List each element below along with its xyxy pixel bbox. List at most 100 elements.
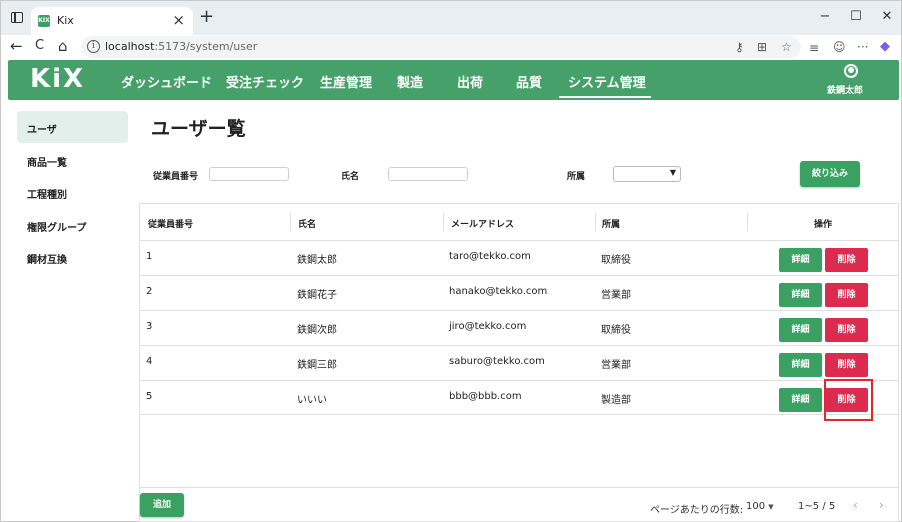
detail-button[interactable]: 詳細 [779, 283, 822, 307]
browser-tab-bar: KIX Kix × + − ☐ ✕ [1, 1, 901, 35]
pagination-range: 1~5 / 5 [798, 501, 836, 512]
app-logo[interactable]: KiX [30, 64, 85, 94]
cell-name: 鉄鋼三郎 [297, 360, 337, 371]
cell-name: 鉄鋼花子 [297, 290, 337, 301]
window-menu-icon[interactable] [11, 12, 23, 23]
tab-title: Kix [57, 14, 74, 27]
delete-button[interactable]: 削除 [825, 248, 868, 272]
name-filter-label: 氏名 [341, 172, 360, 182]
profile-icon[interactable]: ☺ [833, 40, 846, 54]
detail-button[interactable]: 詳細 [779, 318, 822, 342]
app-header: KiX ダッシュボード 受注チェック 生産管理 製造 出荷 品質 システム管理 … [8, 60, 899, 100]
cell-employee-no: 5 [146, 391, 153, 402]
cell-department: 営業部 [601, 290, 631, 301]
browser-nav-bar: ← C ⌂ i localhost:5173/system/user ⚷ ⊞ ☆… [1, 35, 901, 59]
reload-icon[interactable]: C [35, 37, 44, 55]
highlight-annotation-box [824, 379, 873, 421]
detail-button[interactable]: 詳細 [779, 388, 822, 412]
cell-email: jiro@tekko.com [449, 321, 527, 332]
table-row: 4 鉄鋼三郎 saburo@tekko.com 営業部 詳細 削除 [140, 345, 898, 380]
detail-button[interactable]: 詳細 [779, 248, 822, 272]
cell-name: 鉄鋼次郎 [297, 325, 337, 336]
favicon-icon: KIX [38, 15, 50, 27]
name-filter-input[interactable] [388, 167, 468, 181]
nav-quality[interactable]: 品質 [516, 72, 542, 91]
active-nav-indicator [559, 96, 651, 98]
column-divider[interactable] [747, 213, 748, 231]
column-header-actions: 操作 [814, 220, 833, 230]
back-icon[interactable]: ← [10, 37, 23, 55]
table-row: 2 鉄鋼花子 hanako@tekko.com 営業部 詳細 削除 [140, 275, 898, 310]
nav-shipping[interactable]: 出荷 [457, 72, 483, 91]
site-info-icon[interactable]: i [87, 40, 100, 53]
sidebar-item-process-types[interactable]: 工程種別 [17, 176, 128, 208]
browser-tab[interactable]: KIX Kix × [31, 7, 193, 35]
column-divider[interactable] [290, 213, 291, 231]
cell-employee-no: 2 [146, 286, 153, 297]
cell-department: 取締役 [601, 255, 631, 266]
cell-name: いいい [297, 395, 327, 406]
nav-production[interactable]: 生産管理 [320, 72, 372, 91]
cell-email: saburo@tekko.com [449, 356, 545, 367]
cell-employee-no: 3 [146, 321, 153, 332]
nav-system[interactable]: システム管理 [568, 72, 646, 91]
filter-submit-button[interactable]: 絞り込み [800, 161, 860, 187]
more-icon[interactable]: ··· [857, 40, 868, 54]
delete-button[interactable]: 削除 [825, 318, 868, 342]
previous-page-icon[interactable]: ‹ [853, 498, 858, 512]
column-divider[interactable] [595, 213, 596, 231]
copilot-icon[interactable]: ◆ [880, 39, 890, 54]
url-text: localhost:5173/system/user [105, 40, 258, 53]
cell-department: 製造部 [601, 395, 631, 406]
cell-department: 営業部 [601, 360, 631, 371]
home-icon[interactable]: ⌂ [58, 37, 68, 55]
chevron-down-icon: ▼ [768, 503, 774, 511]
favorites-list-icon[interactable]: ≡ [809, 41, 819, 55]
sidebar-item-permission-groups[interactable]: 権限グループ [17, 209, 128, 241]
column-header-employee-no[interactable]: 従業員番号 [148, 217, 193, 230]
delete-button[interactable]: 削除 [825, 353, 868, 377]
cell-name: 鉄鋼太郎 [297, 255, 337, 266]
department-filter-select[interactable]: ▼ [613, 166, 681, 182]
nav-order-check[interactable]: 受注チェック [226, 72, 304, 91]
read-mode-icon[interactable]: ⊞ [757, 40, 767, 54]
rows-per-page-label: ページあたりの行数: [650, 505, 744, 516]
tab-close-icon[interactable]: × [172, 12, 185, 28]
column-header-department[interactable]: 所属 [602, 217, 620, 230]
minimize-icon[interactable]: − [815, 9, 835, 24]
new-tab-icon[interactable]: + [199, 7, 214, 27]
page-title: ユーザー覧 [151, 118, 246, 140]
favorite-star-icon[interactable]: ☆ [781, 40, 792, 54]
add-user-button[interactable]: 追加 [140, 493, 184, 517]
column-header-email[interactable]: メールアドレス [451, 217, 514, 230]
sidebar-item-steel-compat[interactable]: 鋼材互換 [17, 241, 128, 273]
delete-button[interactable]: 削除 [825, 283, 868, 307]
detail-button[interactable]: 詳細 [779, 353, 822, 377]
cell-email: taro@tekko.com [449, 251, 531, 262]
nav-dashboard[interactable]: ダッシュボード [121, 72, 212, 91]
rows-per-page-select[interactable]: 100 ▼ [746, 501, 774, 512]
key-icon[interactable]: ⚷ [735, 40, 744, 54]
address-bar[interactable]: i localhost:5173/system/user ⚷ ⊞ ☆ [81, 36, 801, 58]
sidebar-item-user[interactable]: ユーザ [17, 111, 128, 143]
department-filter-label: 所属 [567, 172, 586, 182]
cell-department: 取締役 [601, 325, 631, 336]
column-divider[interactable] [443, 213, 444, 231]
close-window-icon[interactable]: ✕ [877, 9, 897, 24]
browser-window: KIX Kix × + − ☐ ✕ ← C ⌂ i localhost:5173… [0, 0, 902, 522]
user-name[interactable]: 鉄鋼太郎 [827, 83, 863, 96]
next-page-icon[interactable]: › [879, 498, 884, 512]
user-table: 従業員番号 氏名 メールアドレス 所属 操作 1 鉄鋼太郎 taro@tekko… [139, 203, 899, 522]
column-header-name[interactable]: 氏名 [298, 217, 316, 230]
user-account-icon[interactable] [844, 64, 858, 78]
employee-no-filter-input[interactable] [209, 167, 289, 181]
table-row: 1 鉄鋼太郎 taro@tekko.com 取締役 詳細 削除 [140, 240, 898, 275]
sidebar-item-products[interactable]: 商品一覧 [17, 144, 128, 176]
chevron-down-icon: ▼ [669, 168, 676, 177]
table-row: 3 鉄鋼次郎 jiro@tekko.com 取締役 詳細 削除 [140, 310, 898, 345]
table-row: 5 いいい bbb@bbb.com 製造部 詳細 削除 [140, 380, 898, 415]
cell-employee-no: 4 [146, 356, 153, 367]
cell-email: hanako@tekko.com [449, 286, 548, 297]
nav-manufacturing[interactable]: 製造 [397, 72, 423, 91]
maximize-icon[interactable]: ☐ [846, 9, 866, 24]
